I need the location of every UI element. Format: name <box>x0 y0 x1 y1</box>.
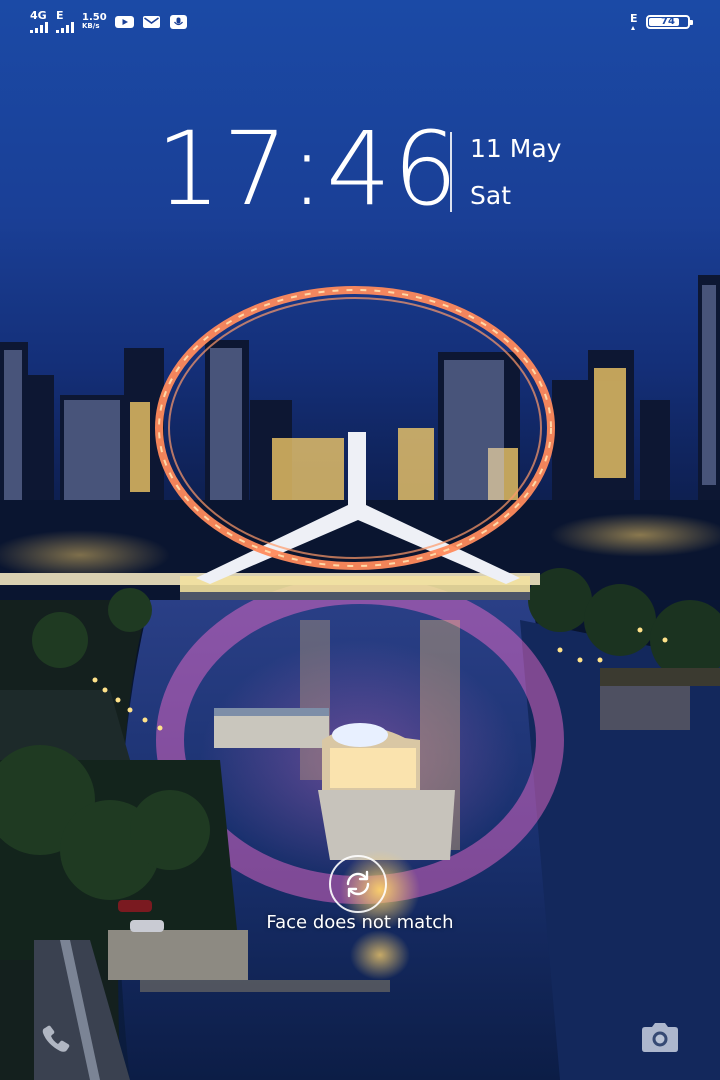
phone-shortcut[interactable] <box>36 1022 80 1058</box>
network-type-label-2: E <box>56 9 64 22</box>
network-type-label: 4G <box>30 9 47 22</box>
battery-icon: 74 <box>646 15 693 29</box>
camera-shortcut[interactable] <box>638 1020 682 1056</box>
lock-screen-date: 11 May <box>470 134 562 163</box>
mobile-signal-e: E <box>56 9 74 33</box>
lock-screen-weekday: Sat <box>470 181 511 210</box>
lock-screen-clock: 17:46 <box>156 110 460 229</box>
signal-bars-icon <box>30 22 48 33</box>
face-unlock-message: Face does not match <box>266 912 454 933</box>
mobile-signal-4g: 4G <box>30 9 48 33</box>
network-speed-unit: KB/s <box>82 22 100 30</box>
status-bar-right: E 74 <box>630 11 693 32</box>
camera-icon <box>642 1023 678 1052</box>
data-arrows-icon <box>631 25 635 30</box>
data-activity-label: E <box>630 11 638 25</box>
retry-icon <box>346 870 370 898</box>
voice-recorder-icon <box>169 15 188 29</box>
network-speed-value: 1.50 <box>82 12 107 23</box>
network-speed: 1.50 KB/s <box>82 13 107 31</box>
mail-icon <box>142 15 161 29</box>
phone-icon <box>42 1025 70 1052</box>
status-bar-left: 4G E 1.50 KB/s <box>30 9 188 33</box>
data-activity-indicator: E <box>630 11 638 31</box>
youtube-icon <box>114 15 134 29</box>
signal-bars-icon-2 <box>56 22 74 33</box>
battery-level: 74 <box>661 16 675 27</box>
status-bar: 4G E 1.50 KB/s E 74 <box>0 0 720 44</box>
clock-divider <box>450 132 452 212</box>
face-unlock-retry-button[interactable] <box>329 855 387 913</box>
